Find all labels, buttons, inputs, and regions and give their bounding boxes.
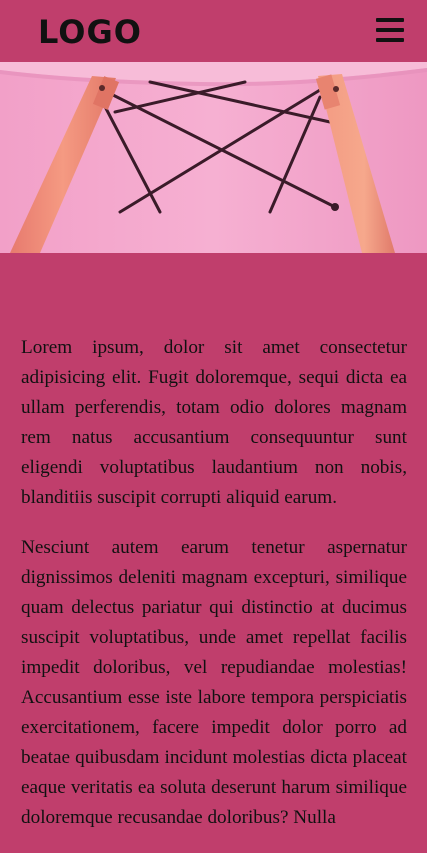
menu-bar xyxy=(376,18,404,22)
menu-bar xyxy=(376,38,404,42)
logo[interactable]: LOGO xyxy=(38,13,142,51)
site-header: LOGO xyxy=(0,0,427,62)
hamburger-menu-icon[interactable] xyxy=(374,16,406,44)
paragraph: Nesciunt autem earum tenetur aspernatur … xyxy=(21,537,407,828)
menu-bar xyxy=(376,28,404,32)
main-content: Lorem ipsum, dolor sit amet consectetur … xyxy=(21,333,407,853)
paragraph: Lorem ipsum, dolor sit amet consectetur … xyxy=(21,337,407,508)
hero-image xyxy=(0,62,427,253)
chair-legs-illustration xyxy=(0,62,427,253)
